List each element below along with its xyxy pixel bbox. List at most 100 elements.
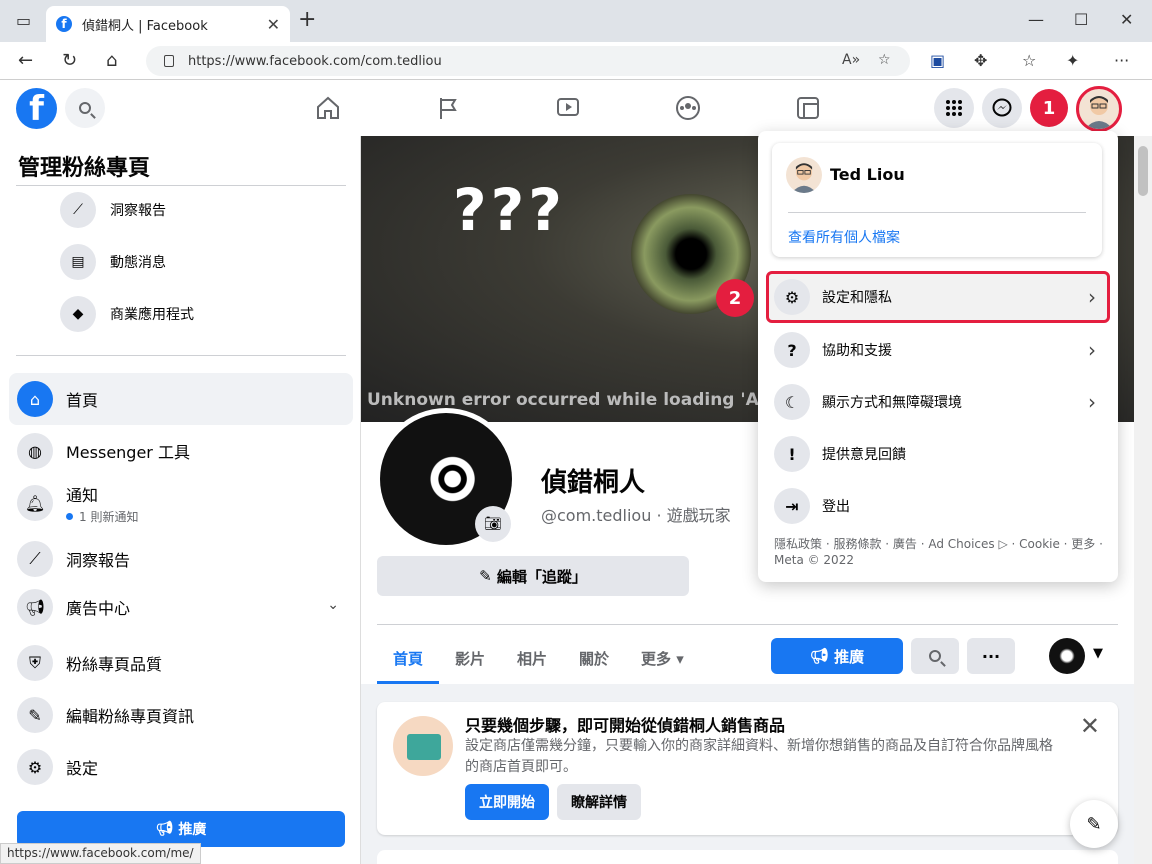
avatar-icon [1085,96,1113,129]
sidebar-item-label: 廣告中心 [66,599,131,618]
insights-icon: ⟋ [60,192,96,228]
notification-count: 1 則新通知 [66,508,138,525]
tab-videos[interactable]: 影片 [455,648,485,669]
gear-icon: ⚙ [774,279,810,315]
browser-titlebar: ▭ f 偵錯桐人 | Facebook ✕ + — ☐ ✕ [0,0,1152,42]
promote-button[interactable]: 📢︎ 推廣 [771,638,903,674]
sidebar-item-label: 通知 [66,485,99,505]
search-page-button[interactable] [911,638,959,674]
search-button[interactable] [65,88,105,128]
new-tab-icon[interactable]: + [298,7,316,32]
sidebar-item-notifications[interactable]: 🔔︎ 通知 1 則新通知 [9,477,353,529]
cube-icon: ◆ [60,296,96,332]
page-name: 偵錯桐人 [541,468,646,498]
caret-down-icon[interactable]: ▼ [1093,646,1103,661]
gaming-icon[interactable] [794,94,822,122]
menu-item-settings-privacy[interactable]: ⚙ 設定和隱私 › [766,271,1110,323]
cover-question-text: ??? [453,176,566,244]
close-icon[interactable]: ✕ [1080,712,1100,740]
home-nav-icon[interactable] [314,94,342,122]
tab-title: 偵錯桐人 | Facebook [82,18,208,34]
profile-icon[interactable]: ✦ [1066,51,1079,70]
refresh-icon[interactable]: ↻ [62,50,77,71]
menu-item-display-accessibility[interactable]: ☾ 顯示方式和無障礙環境 › [766,376,1110,428]
sidebar-promote-button[interactable]: 📢︎ 推廣 [17,811,345,847]
sidebar-title: 管理粉絲專頁 [18,156,151,181]
tab-more[interactable]: 更多 ▾ [641,648,684,669]
card-description: 設定商店僅需幾分鐘，只要輸入你的商家詳細資料、新增你想銷售的商品及自訂符合你品牌… [465,738,1053,775]
compose-button[interactable]: ✎ [1070,800,1118,848]
favorite-star-icon[interactable]: ☆ [878,52,891,68]
moon-icon: ☾ [774,384,810,420]
sidebar-item-edit-page-info[interactable]: ✎ 編輯粉絲專頁資訊 [9,689,353,741]
menu-item-feedback[interactable]: ! 提供意見回饋 [766,428,1110,480]
view-all-profiles-link[interactable]: 查看所有個人檔案 [788,227,900,247]
avatar [786,157,822,193]
menu-item-help-support[interactable]: ? 協助和支援 › [766,324,1110,376]
sidebar-item-label: 粉絲專頁品質 [66,655,163,674]
menu-grid-button[interactable] [934,88,974,128]
start-now-button[interactable]: 立即開始 [465,784,549,820]
divider [377,624,1118,625]
insights-icon: ⟋ [17,541,53,577]
ellipsis-icon: ··· [981,646,1001,666]
home-browser-icon[interactable]: ⌂ [106,50,117,71]
menu-footer-links[interactable]: 隱私政策 · 服務條款 · 廣告 · Ad Choices ▷ · Cookie… [774,536,1104,568]
sidebar-item-ad-center[interactable]: 📢︎ 廣告中心 ⌄ [9,581,353,633]
sidebar-item-page-quality[interactable]: ⛨ 粉絲專頁品質 [9,637,353,689]
url-text: https://www.facebook.com/com.tedliou [188,53,442,69]
facebook-logo-icon[interactable]: f [16,88,57,129]
sidebar-item-insights[interactable]: ⟋ 洞察報告 [9,533,353,585]
chevron-right-icon: › [1088,390,1096,414]
notification-sub-label: 1 則新通知 [79,509,139,524]
watch-video-icon[interactable] [554,94,582,122]
menu-item-label: 登出 [822,499,850,515]
tab-actions-icon[interactable]: ▭ [16,11,31,30]
sidebar-item-label: 設定 [66,759,99,778]
groups-icon[interactable] [674,94,702,122]
read-aloud-icon[interactable]: A» [842,52,860,68]
close-tab-icon[interactable]: ✕ [267,15,280,34]
cover-error-text: Unknown error occurred while loading 'As… [367,390,791,410]
url-bar[interactable]: https://www.facebook.com/com.tedliou [146,46,910,76]
menu-item-logout[interactable]: ⇥ 登出 [766,480,1110,532]
close-window-icon[interactable]: ✕ [1120,10,1133,29]
chevron-right-icon: › [1088,338,1096,362]
tab-photos[interactable]: 相片 [517,648,547,669]
account-avatar-button[interactable] [1076,86,1122,132]
messenger-button[interactable] [982,88,1022,128]
feedback-icon: ! [774,436,810,472]
pages-flag-icon[interactable] [434,94,462,122]
profile-card[interactable]: Ted Liou 查看所有個人檔案 [772,143,1102,257]
tab-home[interactable]: 首頁 [393,648,423,669]
sidebar-subitem-insights[interactable]: ⟋ 洞察報告 [60,190,166,230]
tab-about[interactable]: 關於 [579,648,609,669]
sidebar-subitem-label: 商業應用程式 [110,307,194,323]
sidebar-item-label: 洞察報告 [66,551,131,570]
edit-follow-button[interactable]: ✎ 編輯「追蹤」 [377,556,689,596]
browser-tab[interactable]: f 偵錯桐人 | Facebook ✕ [46,6,290,42]
sidebar-item-settings[interactable]: ⚙ 設定 [9,741,353,793]
learn-more-button[interactable]: 瞭解詳情 [557,784,641,820]
help-icon: ? [774,332,810,368]
camera-icon[interactable]: 📷︎ [475,506,511,542]
sidebar-item-messenger-tools[interactable]: ◍ Messenger 工具 [9,425,353,477]
extension-icon[interactable]: ▣ [930,51,945,70]
lock-icon[interactable] [164,55,174,67]
back-icon[interactable]: ← [18,50,33,71]
minimize-icon[interactable]: — [1028,10,1044,29]
scrollbar-thumb[interactable] [1138,146,1148,196]
chevron-down-icon[interactable]: ⌄ [327,597,339,613]
annotation-badge-1: 1 [1030,89,1068,127]
sidebar-subitem-news-feed[interactable]: ▤ 動態消息 [60,242,166,282]
more-menu-icon[interactable]: ··· [1114,51,1129,70]
logout-icon: ⇥ [774,488,810,524]
maximize-icon[interactable]: ☐ [1074,10,1088,29]
sidebar-subitem-business-apps[interactable]: ◆ 商業應用程式 [60,294,194,334]
page-switcher-avatar[interactable] [1049,638,1085,674]
more-options-button[interactable]: ··· [967,638,1015,674]
scrollbar[interactable] [1134,136,1152,864]
sidebar-item-home[interactable]: ⌂ 首頁 [9,373,353,425]
extensions-puzzle-icon[interactable]: ✥ [974,51,987,70]
favorites-icon[interactable]: ☆ [1022,51,1036,70]
